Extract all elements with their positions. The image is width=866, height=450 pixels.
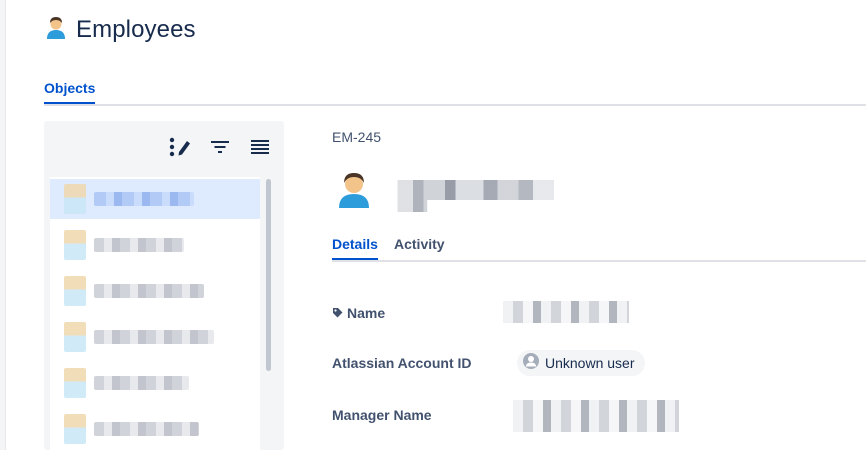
tab-activity[interactable]: Activity bbox=[394, 236, 445, 252]
page-header: Employees bbox=[46, 14, 196, 46]
employee-avatar bbox=[64, 230, 86, 260]
redacted-text bbox=[94, 330, 214, 344]
employee-avatar bbox=[64, 322, 86, 352]
edit-list-icon bbox=[169, 137, 191, 162]
list-view-button[interactable] bbox=[248, 138, 272, 160]
employee-avatar bbox=[64, 414, 86, 444]
attribute-label-text: Atlassian Account ID bbox=[332, 355, 472, 371]
attribute-manager-label: Manager Name bbox=[332, 407, 432, 423]
person-icon bbox=[46, 16, 66, 44]
list-view-icon bbox=[250, 139, 270, 160]
redacted-text bbox=[94, 422, 199, 436]
list-scrollbar[interactable] bbox=[266, 179, 271, 371]
redacted-text bbox=[94, 238, 184, 252]
tag-icon bbox=[332, 305, 343, 321]
attribute-name-label: Name bbox=[332, 305, 385, 321]
object-list bbox=[50, 177, 260, 450]
filter-button[interactable] bbox=[208, 138, 232, 160]
employee-avatar bbox=[64, 276, 86, 306]
redacted-text bbox=[94, 192, 194, 206]
account-value: Unknown user bbox=[545, 355, 635, 371]
tab-objects[interactable]: Objects bbox=[44, 80, 96, 104]
attribute-label-text: Manager Name bbox=[332, 407, 432, 423]
employee-avatar bbox=[64, 368, 86, 398]
list-item[interactable] bbox=[50, 317, 260, 357]
manager-value-redacted bbox=[513, 400, 679, 432]
attribute-label-text: Name bbox=[347, 305, 386, 321]
filter-icon bbox=[210, 139, 230, 160]
name-value-redacted bbox=[503, 301, 629, 323]
tab-details[interactable]: Details bbox=[332, 236, 378, 260]
object-detail-tabs: Details Activity bbox=[332, 236, 866, 262]
object-list-panel bbox=[44, 121, 284, 450]
edit-list-button[interactable] bbox=[168, 137, 192, 162]
redacted-text bbox=[94, 376, 189, 390]
person-icon bbox=[338, 172, 370, 213]
object-type-tabs: Objects bbox=[44, 80, 866, 106]
attribute-account-label: Atlassian Account ID bbox=[332, 355, 472, 371]
redacted-text bbox=[94, 284, 204, 298]
list-item[interactable] bbox=[50, 271, 260, 311]
list-item[interactable] bbox=[50, 179, 260, 219]
employee-avatar bbox=[64, 184, 86, 214]
list-toolbar bbox=[168, 137, 272, 162]
left-rail bbox=[0, 0, 6, 450]
object-key: EM-245 bbox=[332, 129, 382, 145]
object-name-redacted bbox=[392, 180, 568, 212]
list-item[interactable] bbox=[50, 409, 260, 449]
list-item[interactable] bbox=[50, 363, 260, 403]
list-item[interactable] bbox=[50, 225, 260, 265]
page-title: Employees bbox=[76, 16, 196, 43]
user-avatar-icon bbox=[523, 352, 539, 374]
user-pill[interactable]: Unknown user bbox=[517, 350, 645, 376]
